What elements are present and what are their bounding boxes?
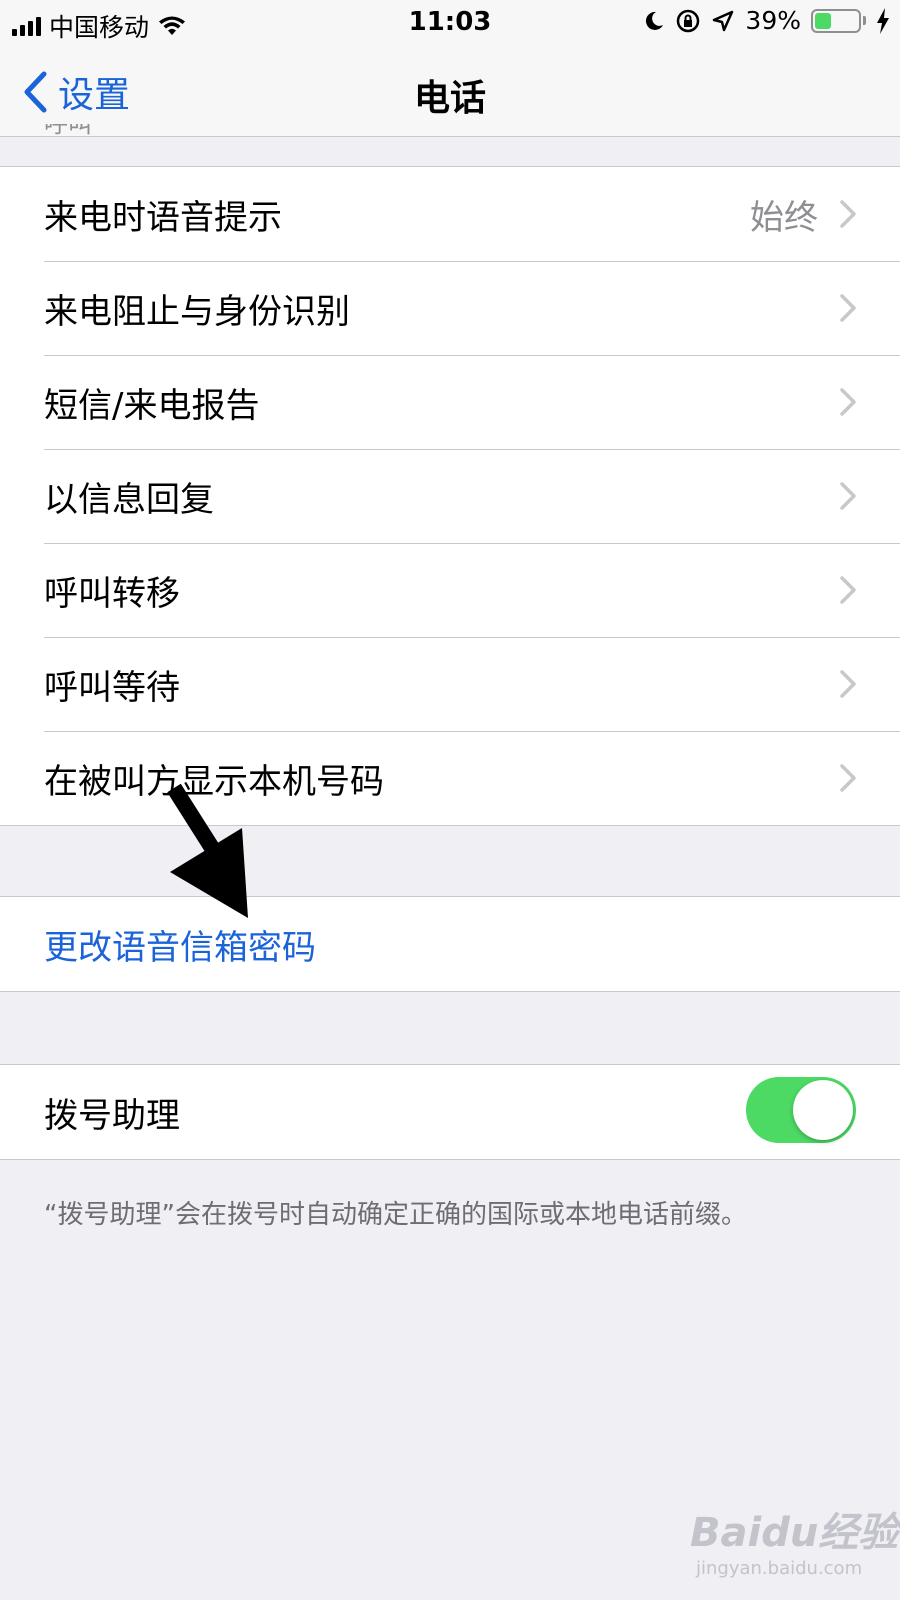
row-announce-calls[interactable]: 来电时语音提示 始终 <box>0 167 900 261</box>
chevron-right-icon <box>840 388 856 416</box>
toggle-knob <box>793 1080 853 1140</box>
row-call-forwarding[interactable]: 呼叫转移 <box>0 543 900 637</box>
charging-icon <box>877 7 889 34</box>
watermark-logo: Baidu经验 <box>690 1510 899 1556</box>
voicemail-group: 更改语音信箱密码 <box>0 896 900 992</box>
nav-bar: 设置 电话 <box>0 44 900 137</box>
status-bar: 中国移动 11:03 39% <box>0 0 900 44</box>
row-label: 来电时语音提示 <box>44 197 282 238</box>
chevron-right-icon <box>840 670 856 698</box>
chevron-right-icon <box>840 200 856 228</box>
row-call-waiting[interactable]: 呼叫等待 <box>0 637 900 731</box>
watermark: Baidu经验 jingyan.baidu.com <box>690 1500 898 1579</box>
row-label: 短信/来电报告 <box>44 385 260 426</box>
page-title: 电话 <box>413 78 486 119</box>
battery-percent: 39% <box>745 6 801 35</box>
chevron-right-icon <box>840 294 856 322</box>
row-value: 始终 <box>750 197 818 238</box>
chevron-right-icon <box>840 576 856 604</box>
calls-group: 来电时语音提示 始终 来电阻止与身份识别 短信/来电报告 以信息回复 呼叫转移 … <box>0 166 900 826</box>
arrow-annotation-icon <box>167 783 248 918</box>
moon-icon <box>646 11 664 30</box>
row-sms-call-reporting[interactable]: 短信/来电报告 <box>0 355 900 449</box>
change-voicemail-password-button[interactable]: 更改语音信箱密码 <box>0 897 900 991</box>
row-label: 呼叫转移 <box>44 573 180 614</box>
dial-assist-toggle[interactable] <box>746 1077 856 1143</box>
row-call-blocking[interactable]: 来电阻止与身份识别 <box>0 261 900 355</box>
row-label: 来电阻止与身份识别 <box>44 291 350 332</box>
status-right: 39% <box>643 6 890 35</box>
row-label: 以信息回复 <box>44 479 214 520</box>
dial-assist-group: 拨号助理 <box>0 1064 900 1160</box>
chevron-right-icon <box>840 764 856 792</box>
location-icon <box>713 10 734 31</box>
link-label: 更改语音信箱密码 <box>44 927 316 968</box>
row-respond-with-text[interactable]: 以信息回复 <box>0 449 900 543</box>
watermark-url: jingyan.baidu.com <box>696 1558 863 1579</box>
section-header: 呼叫 <box>44 124 92 138</box>
row-dial-assist: 拨号助理 <box>0 1065 900 1159</box>
battery-icon <box>811 8 866 33</box>
row-label: 呼叫等待 <box>44 667 180 708</box>
dial-assist-footer: “拨号助理”会在拨号时自动确定正确的国际或本地电话前缀。 <box>44 1200 747 1230</box>
orientation-lock-icon <box>677 9 700 32</box>
row-label: 拨号助理 <box>44 1095 180 1136</box>
row-show-caller-id[interactable]: 在被叫方显示本机号码 <box>0 731 900 825</box>
chevron-right-icon <box>840 482 856 510</box>
